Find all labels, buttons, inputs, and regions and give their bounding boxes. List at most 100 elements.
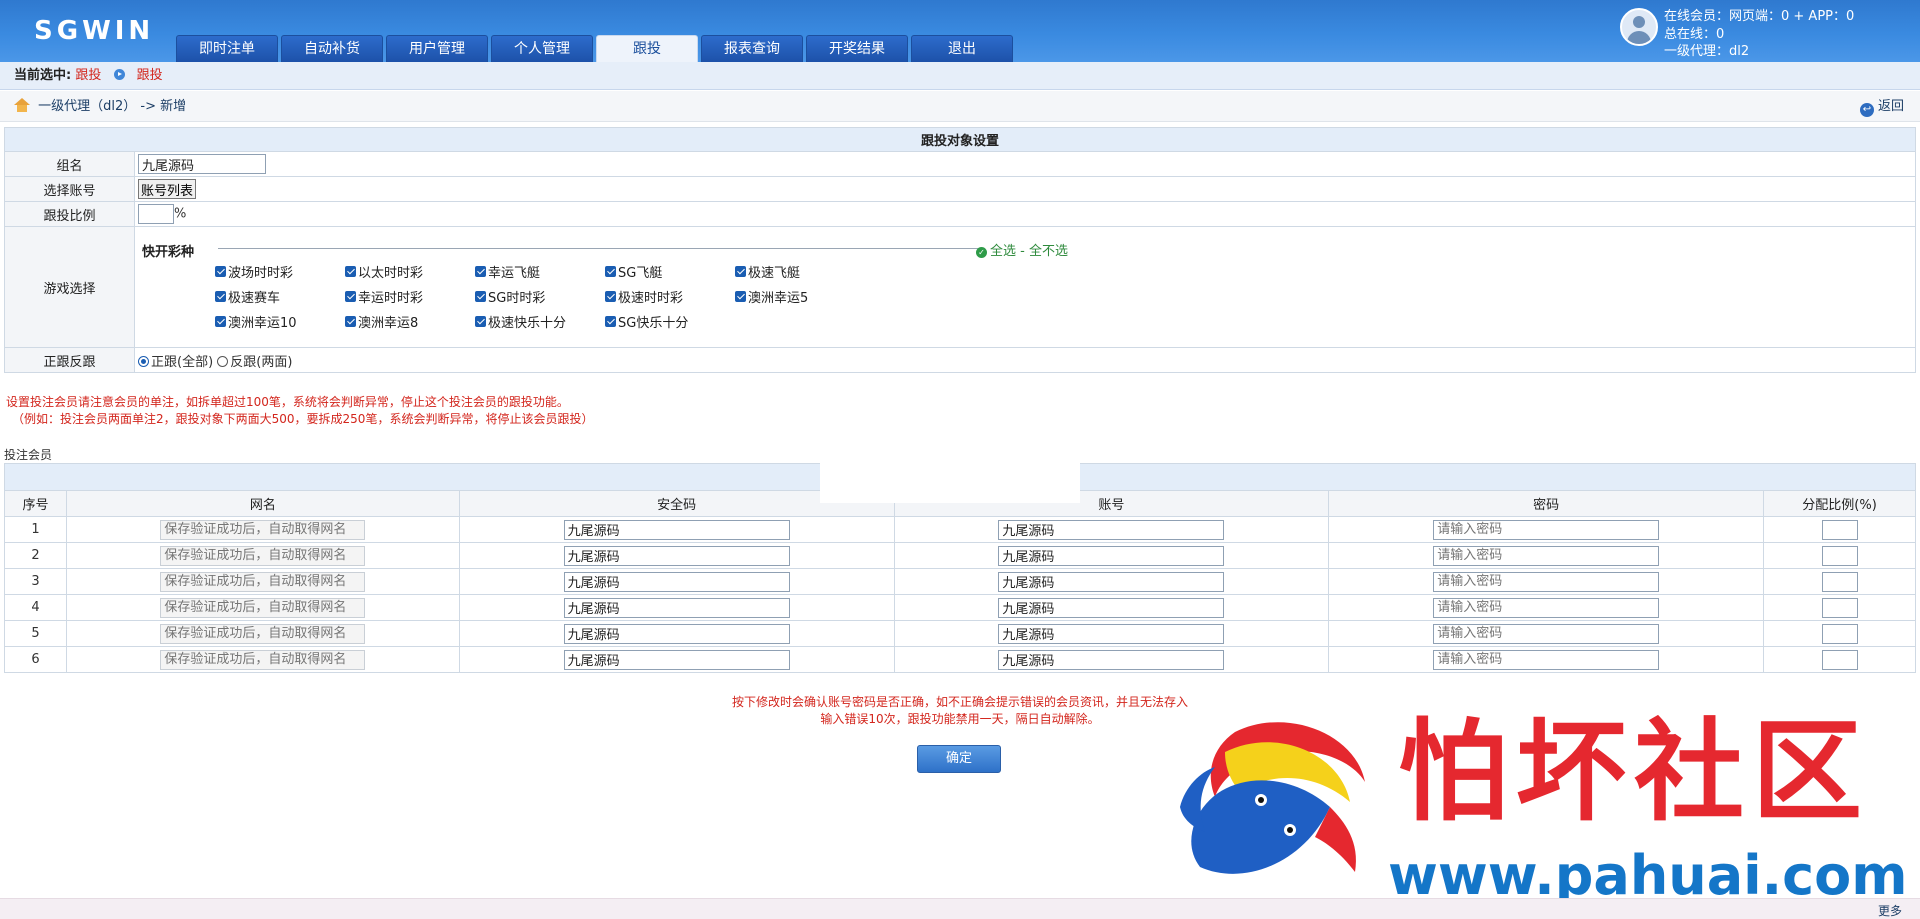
select-none-link[interactable]: 全不选	[1029, 244, 1068, 259]
checkbox-checked-icon[interactable]	[345, 316, 356, 327]
checkbox-checked-icon[interactable]	[215, 291, 226, 302]
account-input[interactable]	[998, 649, 1225, 670]
row-number: 4	[4, 594, 67, 621]
account-list-button[interactable]: 账号列表	[138, 179, 197, 199]
ratio-unit: %	[174, 206, 187, 222]
account-input[interactable]	[998, 571, 1225, 592]
breadcrumb: 一级代理（dl2） -> 新增 ↩ 返回	[0, 91, 1920, 122]
table-row: 1	[4, 516, 1916, 543]
ratio-input[interactable]	[1821, 519, 1858, 540]
user-avatar-icon	[1620, 8, 1658, 46]
nickname-field	[160, 545, 366, 566]
account-input[interactable]	[998, 519, 1225, 540]
table-row: 6	[4, 646, 1916, 673]
app-logo: SGWIN	[34, 16, 155, 46]
checkbox-checked-icon[interactable]	[215, 316, 226, 327]
password-input[interactable]	[1433, 597, 1660, 618]
row-number: 2	[4, 542, 67, 569]
tab-logout[interactable]: 退出	[911, 35, 1013, 62]
game-checkbox[interactable]: 澳洲幸运10	[215, 312, 297, 331]
password-input[interactable]	[1433, 519, 1660, 540]
security-code-input[interactable]	[563, 571, 790, 592]
table-row: 5	[4, 620, 1916, 647]
game-checkbox[interactable]: 澳洲幸运5	[735, 287, 808, 306]
game-checkbox[interactable]: 极速时时彩	[605, 287, 683, 306]
password-input[interactable]	[1433, 545, 1660, 566]
tab-user-management[interactable]: 用户管理	[386, 35, 488, 62]
row-number: 3	[4, 568, 67, 595]
back-button[interactable]: ↩ 返回	[1859, 91, 1904, 122]
ratio-input[interactable]	[1821, 649, 1858, 670]
checkbox-checked-icon[interactable]	[605, 316, 616, 327]
checkbox-checked-icon[interactable]	[605, 266, 616, 277]
tab-auto-replenish[interactable]: 自动补货	[281, 35, 383, 62]
col-header-nickname: 网名	[65, 490, 460, 517]
settings-title: 跟投对象设置	[4, 127, 1916, 152]
confirm-button[interactable]: 确定	[917, 745, 1001, 773]
follow-ratio-input[interactable]	[138, 204, 174, 224]
bet-members-label: 投注会员	[4, 448, 53, 462]
tab-follow-bet[interactable]: 跟投	[596, 35, 698, 62]
select-all-link[interactable]: 全选	[990, 244, 1016, 259]
security-code-input[interactable]	[563, 623, 790, 644]
radio-follow-all-label: 正跟(全部)	[151, 354, 214, 370]
game-checkbox[interactable]: SG时时彩	[475, 287, 545, 306]
group-name-label: 组名	[4, 151, 135, 177]
game-checkbox[interactable]: 幸运飞艇	[475, 262, 540, 281]
password-input[interactable]	[1433, 571, 1660, 592]
security-code-input[interactable]	[563, 545, 790, 566]
row-number: 6	[4, 646, 67, 673]
radio-follow-all[interactable]	[138, 355, 149, 367]
password-input[interactable]	[1433, 623, 1660, 644]
nickname-field	[160, 649, 366, 670]
checkbox-checked-icon[interactable]	[475, 316, 486, 327]
tab-report-query[interactable]: 报表查询	[701, 35, 803, 62]
security-code-input[interactable]	[563, 649, 790, 670]
security-code-input[interactable]	[563, 519, 790, 540]
game-checkbox[interactable]: SG飞艇	[605, 262, 662, 281]
watermark-url: www.pahuai.com	[1388, 844, 1908, 907]
col-header-no: 序号	[4, 490, 67, 517]
game-checkbox[interactable]: SG快乐十分	[605, 312, 688, 331]
ratio-input[interactable]	[1821, 623, 1858, 644]
checkbox-checked-icon[interactable]	[605, 291, 616, 302]
ratio-input[interactable]	[1821, 545, 1858, 566]
ratio-input[interactable]	[1821, 571, 1858, 592]
nickname-field	[160, 571, 366, 592]
checkbox-checked-icon[interactable]	[475, 291, 486, 302]
current-selection-subitem[interactable]: 跟投	[137, 68, 163, 83]
home-icon[interactable]	[14, 98, 30, 112]
category-divider	[218, 248, 978, 249]
tab-personal-management[interactable]: 个人管理	[491, 35, 593, 62]
game-checkbox[interactable]: 澳洲幸运8	[345, 312, 418, 331]
tab-instant-bets[interactable]: 即时注单	[176, 35, 278, 62]
col-header-ratio: 分配比例(%)	[1763, 490, 1916, 517]
game-checkbox[interactable]: 幸运时时彩	[345, 287, 423, 306]
account-input[interactable]	[998, 545, 1225, 566]
back-arrow-icon: ↩	[1859, 103, 1874, 117]
account-input[interactable]	[998, 597, 1225, 618]
radio-reverse-both-label: 反跟(两面)	[230, 354, 293, 370]
account-input[interactable]	[998, 623, 1225, 644]
more-link[interactable]: 更多	[1878, 902, 1902, 919]
security-code-input[interactable]	[563, 597, 790, 618]
tab-draw-results[interactable]: 开奖结果	[806, 35, 908, 62]
checkbox-checked-icon[interactable]	[735, 291, 746, 302]
footer-bar: 更多	[0, 898, 1920, 919]
checkbox-checked-icon[interactable]	[345, 266, 356, 277]
password-input[interactable]	[1433, 649, 1660, 670]
game-checkbox[interactable]: 波场时时彩	[215, 262, 293, 281]
ratio-input[interactable]	[1821, 597, 1858, 618]
game-checkbox[interactable]: 以太时时彩	[345, 262, 423, 281]
checkbox-checked-icon[interactable]	[345, 291, 356, 302]
nickname-field	[160, 623, 366, 644]
member-notes: 设置投注会员请注意会员的单注，如拆单超过100笔，系统将会判断异常，停止这个投注…	[6, 394, 593, 428]
checkbox-checked-icon[interactable]	[735, 266, 746, 277]
radio-reverse-both[interactable]	[217, 355, 229, 367]
game-checkbox[interactable]: 极速赛车	[215, 287, 280, 306]
checkbox-checked-icon[interactable]	[475, 266, 486, 277]
game-checkbox[interactable]: 极速快乐十分	[475, 312, 566, 331]
group-name-input[interactable]	[138, 154, 266, 174]
checkbox-checked-icon[interactable]	[215, 266, 226, 277]
game-checkbox[interactable]: 极速飞艇	[735, 262, 800, 281]
